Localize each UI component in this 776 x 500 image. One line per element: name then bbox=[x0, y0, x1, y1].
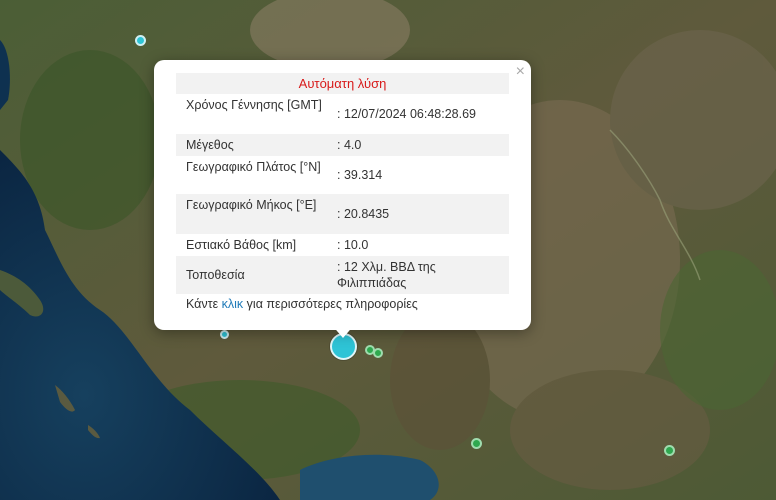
info-row-latitude: Γεωγραφικό Πλάτος [°N] : 39.314 bbox=[176, 156, 509, 194]
popup-pointer bbox=[331, 324, 355, 338]
close-icon[interactable]: × bbox=[516, 62, 525, 82]
info-value: : 10.0 bbox=[337, 238, 369, 252]
earthquake-marker[interactable] bbox=[135, 35, 146, 46]
info-label: Τοποθεσία bbox=[186, 268, 245, 282]
info-label: Γεωγραφικό Πλάτος [°N] bbox=[186, 160, 321, 174]
info-value: : 39.314 bbox=[337, 168, 383, 182]
info-label: Γεωγραφικό Μήκος [°E] bbox=[186, 198, 317, 212]
info-label: Μέγεθος bbox=[186, 138, 234, 152]
earthquake-marker[interactable] bbox=[471, 438, 482, 449]
more-info-prefix: Κάντε bbox=[186, 297, 222, 311]
info-value: : 12/07/2024 06:48:28.69 bbox=[337, 107, 477, 121]
earthquake-marker[interactable] bbox=[664, 445, 675, 456]
info-row-origin-time: Χρόνος Γέννησης [GMT] : 12/07/2024 06:48… bbox=[176, 94, 509, 134]
info-label: Εστιακό Βάθος [km] bbox=[186, 238, 297, 252]
info-value: : 12 Χλμ. ΒΒΔ της Φιλιππιάδας bbox=[337, 260, 436, 290]
info-row-longitude: Γεωγραφικό Μήκος [°E] : 20.8435 bbox=[176, 194, 509, 234]
info-label: Χρόνος Γέννησης [GMT] bbox=[186, 98, 322, 112]
more-info-link[interactable]: κλικ bbox=[222, 297, 244, 311]
more-info-suffix: για περισσότερες πληροφορίες bbox=[243, 297, 418, 311]
info-row-magnitude: Μέγεθος : 4.0 bbox=[176, 134, 509, 156]
info-value: : 4.0 bbox=[337, 138, 362, 152]
earthquake-marker[interactable] bbox=[373, 348, 383, 358]
info-row-depth: Εστιακό Βάθος [km] : 10.0 bbox=[176, 234, 509, 256]
earthquake-marker[interactable] bbox=[220, 330, 229, 339]
earthquake-info-popup: × Αυτόματη λύση Χρόνος Γέννησης [GMT] : … bbox=[154, 60, 531, 330]
more-info-text: Κάντε κλικ για περισσότερες πληροφορίες bbox=[186, 297, 418, 311]
info-value: : 20.8435 bbox=[337, 207, 390, 221]
info-row-location: Τοποθεσία : 12 Χλμ. ΒΒΔ της Φιλιππιάδας bbox=[176, 256, 509, 294]
popup-title: Αυτόματη λύση bbox=[176, 73, 509, 94]
